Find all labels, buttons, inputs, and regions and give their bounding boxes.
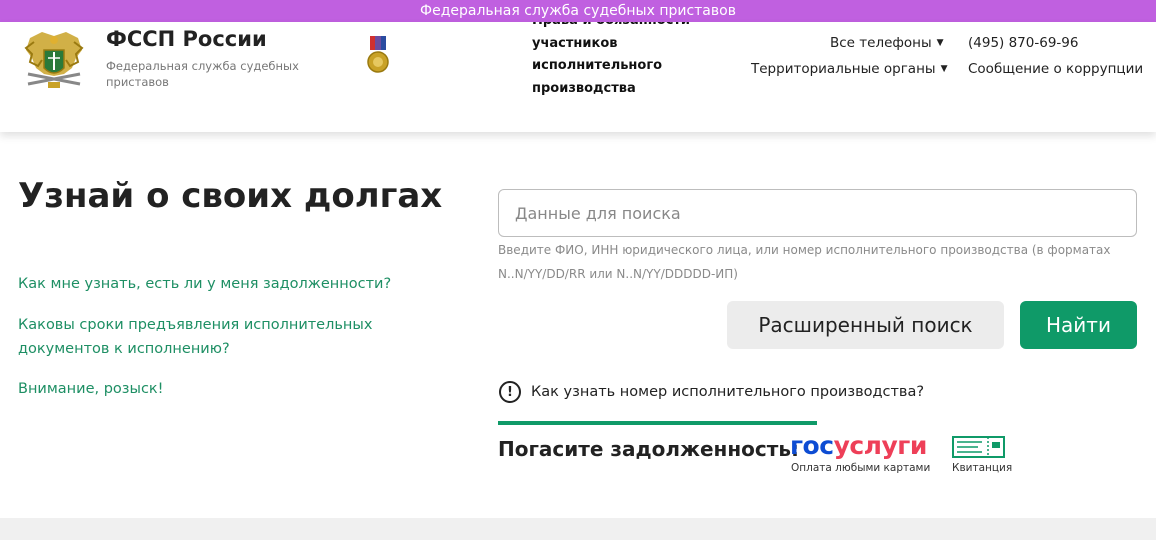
territorial-label: Территориальные органы xyxy=(751,61,936,77)
phone-number[interactable]: (495) 870-69-96 xyxy=(968,35,1078,51)
advanced-search-button[interactable]: Расширенный поиск xyxy=(727,301,1004,349)
caret-down-icon: ▼ xyxy=(936,38,944,48)
gosuslugi-logo-part2: услуги xyxy=(833,431,928,460)
gosuslugi-logo[interactable]: госуслуги xyxy=(790,431,927,460)
exclamation-circle-icon: ! xyxy=(499,381,521,403)
faq-link-deadlines[interactable]: Каковы сроки предъявления исполнительных… xyxy=(18,313,378,361)
fssp-emblem-icon[interactable] xyxy=(22,28,86,92)
divider-accent xyxy=(498,421,817,425)
case-number-help-link[interactable]: ! Как узнать номер исполнительного произ… xyxy=(499,381,924,403)
medal-icon xyxy=(366,34,390,76)
faq-link-debts[interactable]: Как мне узнать, есть ли у меня задолженн… xyxy=(18,272,398,296)
org-title[interactable]: ФССП России xyxy=(106,27,267,51)
receipt-icon[interactable] xyxy=(952,436,1005,458)
search-input[interactable] xyxy=(498,189,1137,237)
gosuslugi-caption[interactable]: Оплата любыми картами xyxy=(791,462,930,474)
corruption-report-link[interactable]: Сообщение о коррупции xyxy=(968,61,1143,77)
org-subtitle: Федеральная служба судебных приставов xyxy=(106,59,299,89)
top-banner: Федеральная служба судебных приставов xyxy=(0,0,1156,22)
pay-debt-label: Погасите задолженность: xyxy=(498,437,800,461)
territorial-dropdown[interactable]: Территориальные органы ▼ xyxy=(751,61,947,77)
search-hint: Введите ФИО, ИНН юридического лица, или … xyxy=(498,243,1111,281)
site-header: ФССП России Федеральная служба судебных … xyxy=(0,22,1156,132)
receipt-caption[interactable]: Квитанция xyxy=(952,462,1012,474)
footer-band xyxy=(0,518,1156,540)
find-button[interactable]: Найти xyxy=(1020,301,1137,349)
case-number-help-text: Как узнать номер исполнительного произво… xyxy=(531,384,925,400)
all-phones-label: Все телефоны xyxy=(830,35,932,51)
rights-link[interactable]: Права и обязанности участников исполните… xyxy=(532,22,732,100)
caret-down-icon: ▼ xyxy=(940,64,948,74)
faq-link-wanted[interactable]: Внимание, розыск! xyxy=(18,377,378,401)
gosuslugi-logo-part1: гос xyxy=(790,431,834,460)
page-title: Узнай о своих долгах xyxy=(18,176,443,216)
all-phones-dropdown[interactable]: Все телефоны ▼ xyxy=(830,35,944,51)
